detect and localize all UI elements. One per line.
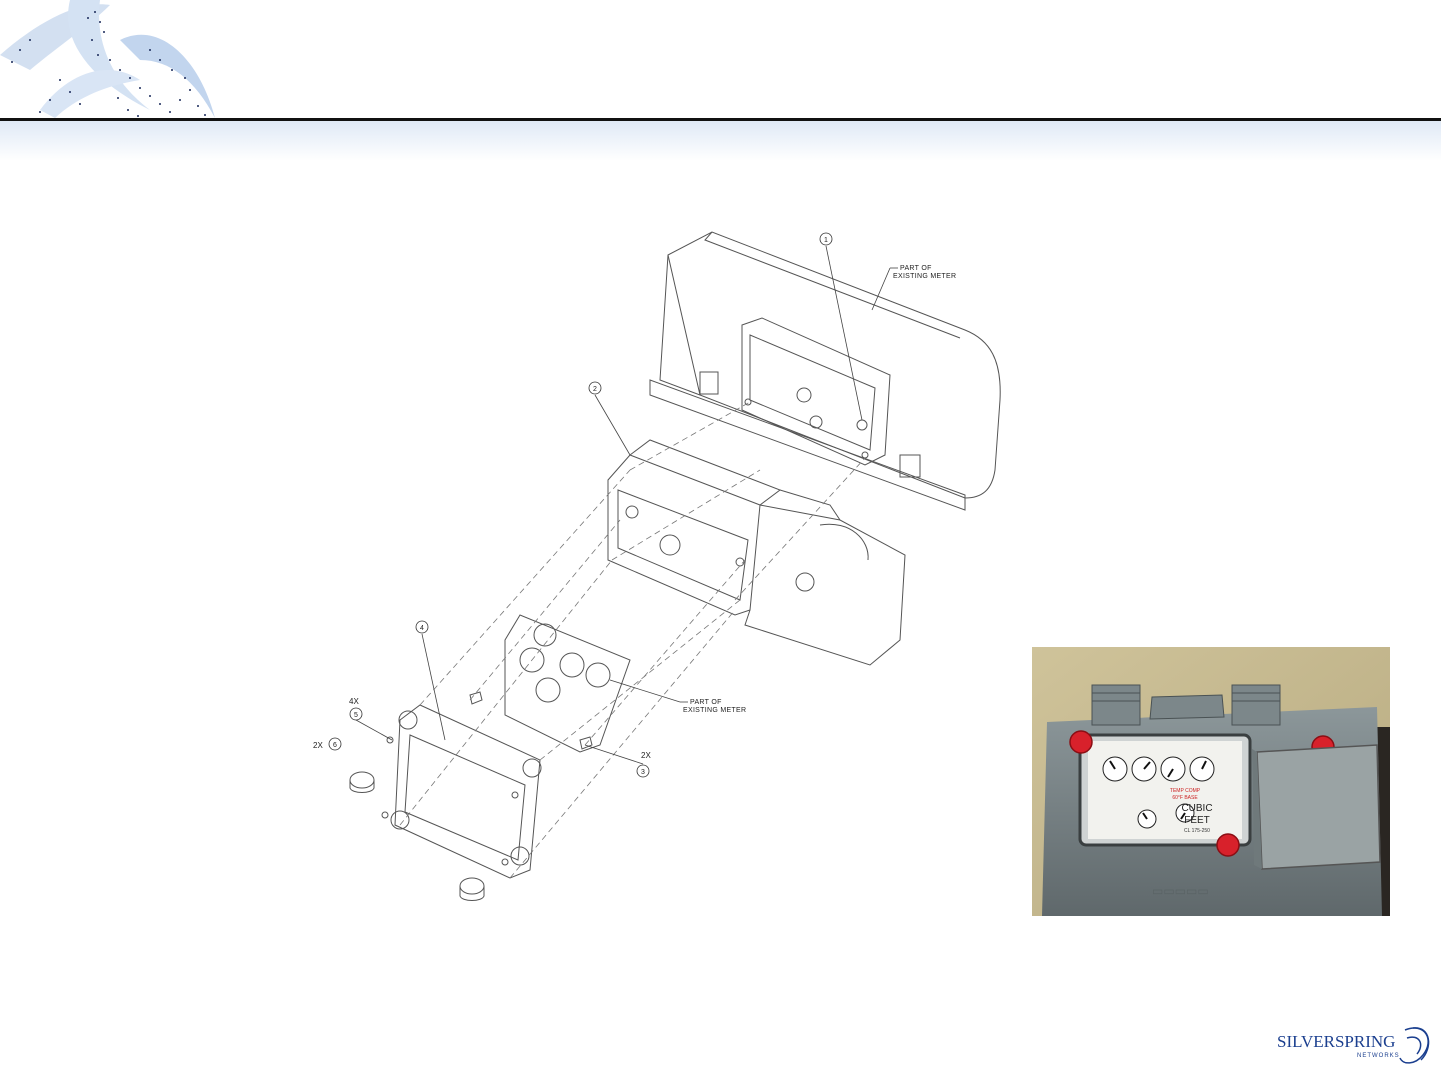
exploded-assembly-drawing: 1 2 4 5 6 3 4X 2X 2X PART OF EXISTING ME… — [313, 231, 1001, 901]
header-shadow — [0, 121, 1441, 161]
photo-unit-line2: FEET — [1184, 815, 1210, 826]
balloon-3-label: 3 — [641, 769, 645, 776]
photo-embossing: ▭▭▭▭▭ — [1152, 884, 1209, 898]
balloon-6-label: 6 — [333, 742, 337, 749]
balloon-1-label: 1 — [824, 237, 828, 244]
callout-existing-meter-bottom-line2: EXISTING METER — [683, 707, 746, 714]
photo-class-label: CL 175-250 — [1184, 828, 1210, 834]
qty-2x-left: 2X — [313, 741, 323, 750]
callout-existing-meter-top-line1: PART OF — [900, 265, 932, 272]
screws — [349, 691, 593, 901]
qty-2x-right: 2X — [641, 751, 651, 760]
callout-existing-meter-bottom-line1: PART OF — [690, 699, 722, 706]
leader-lines — [355, 245, 898, 765]
photo-temp-comp: TEMP COMP — [1170, 788, 1201, 794]
logo-word: SILVERSPRING — [1277, 1032, 1395, 1051]
slide: 1 2 4 5 6 3 4X 2X 2X PART OF EXISTING ME… — [0, 0, 1441, 1080]
balloon-2-label: 2 — [593, 386, 597, 393]
module-housing — [607, 439, 906, 666]
photo-base: 60°F BASE — [1172, 795, 1198, 801]
logo-swirl-icon — [1399, 1027, 1430, 1064]
header-swoosh-logo — [0, 0, 215, 118]
balloon-5-label: 5 — [354, 712, 358, 719]
meter-recess — [741, 317, 891, 466]
balloon-4-label: 4 — [420, 625, 424, 632]
qty-4x: 4X — [349, 697, 359, 706]
photo-unit-line1: CUBIC — [1181, 803, 1212, 814]
meter-photo: TEMP COMP 60°F BASE CUBIC FEET CL 175-25… — [1032, 647, 1390, 916]
silverspring-networks-logo: SILVERSPRING NETWORKS — [1277, 1027, 1430, 1064]
explode-lines — [399, 401, 866, 879]
logo-sub: NETWORKS — [1357, 1053, 1400, 1059]
callout-existing-meter-top-line2: EXISTING METER — [893, 273, 956, 280]
front-cover — [390, 704, 542, 879]
